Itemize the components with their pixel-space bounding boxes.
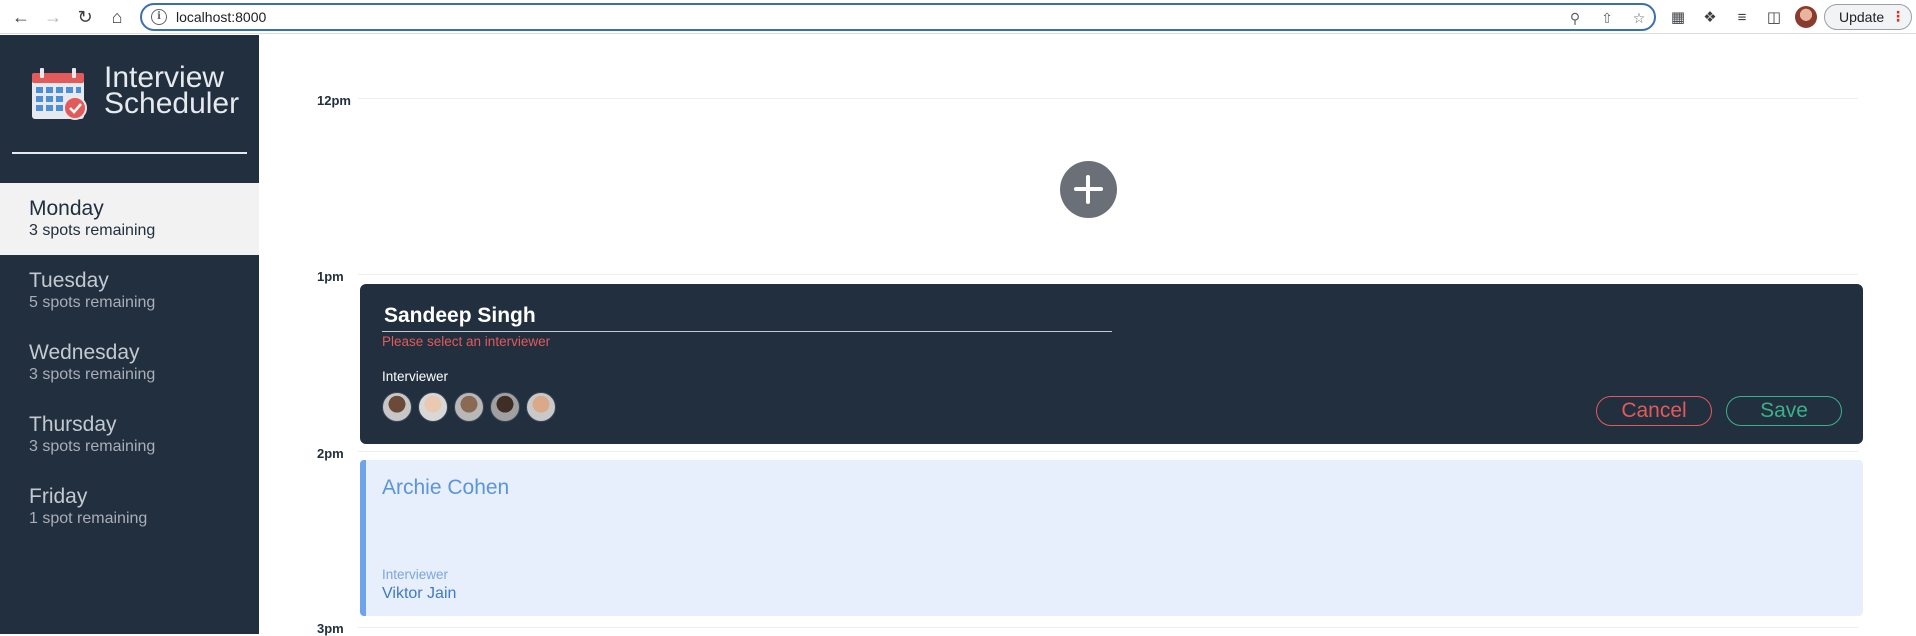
cancel-button[interactable]: Cancel <box>1596 396 1712 426</box>
sidebar-divider <box>12 152 247 154</box>
schedule: 12pm 1pm Please select an interviewer In… <box>259 35 1916 636</box>
interviewer-avatar[interactable] <box>490 392 520 422</box>
extension-icon[interactable]: ▦ <box>1667 6 1689 28</box>
day-name: Friday <box>29 485 88 508</box>
time-divider <box>358 98 1858 99</box>
bookmark-star-icon[interactable]: ☆ <box>1630 9 1648 27</box>
side-panel-icon[interactable]: ◫ <box>1763 6 1785 28</box>
spots-remaining: 3 spots remaining <box>29 222 156 239</box>
home-icon[interactable]: ⌂ <box>105 5 129 29</box>
day-item-thursday[interactable]: Thursday 3 spots remaining <box>0 399 259 471</box>
forward-icon[interactable]: → <box>41 5 65 29</box>
interviewer-avatar[interactable] <box>454 392 484 422</box>
url-text[interactable]: localhost:8000 <box>176 9 266 25</box>
appointment-student: Archie Cohen <box>382 476 510 499</box>
student-name-input[interactable] <box>382 300 1112 332</box>
time-divider <box>358 451 1858 452</box>
day-name: Tuesday <box>29 269 109 292</box>
day-item-wednesday[interactable]: Wednesday 3 spots remaining <box>0 327 259 399</box>
update-button[interactable]: Update ⋮ <box>1824 4 1912 30</box>
day-item-tuesday[interactable]: Tuesday 5 spots remaining <box>0 255 259 327</box>
appointment-card[interactable]: Archie Cohen Interviewer Viktor Jain <box>360 460 1863 616</box>
time-label-1pm: 1pm <box>317 269 344 284</box>
save-button[interactable]: Save <box>1726 396 1842 426</box>
interviewer-heading: Interviewer <box>382 369 449 384</box>
reload-icon[interactable]: ↻ <box>73 5 97 29</box>
spots-remaining: 3 spots remaining <box>29 366 156 383</box>
sidebar: Interview Scheduler Monday 3 spots remai… <box>0 35 259 634</box>
time-divider <box>358 627 1858 628</box>
spots-remaining: 3 spots remaining <box>29 438 156 455</box>
interviewer-list <box>382 392 556 422</box>
day-item-monday[interactable]: Monday 3 spots remaining <box>0 183 259 255</box>
update-label: Update <box>1839 9 1885 25</box>
day-list: Monday 3 spots remaining Tuesday 5 spots… <box>0 183 259 543</box>
appointment-interviewer-label: Interviewer <box>382 567 449 582</box>
share-icon[interactable]: ⇧ <box>1598 9 1616 27</box>
menu-dots-icon[interactable]: ⋮ <box>1891 8 1905 25</box>
app-title-line2: Scheduler <box>104 87 240 120</box>
interviewer-avatar[interactable] <box>382 392 412 422</box>
time-label-12pm: 12pm <box>317 93 351 108</box>
back-icon[interactable]: ← <box>9 5 33 29</box>
appointment-form: Please select an interviewer Interviewer… <box>360 284 1863 444</box>
interviewer-avatar[interactable] <box>526 392 556 422</box>
site-info-icon[interactable]: i <box>151 9 167 25</box>
day-name: Monday <box>29 197 104 220</box>
interviewer-avatar[interactable] <box>418 392 448 422</box>
spots-remaining: 1 spot remaining <box>29 510 148 527</box>
day-name: Thursday <box>29 413 117 436</box>
add-appointment-button[interactable] <box>1060 161 1117 218</box>
calendar-logo-icon <box>32 68 87 120</box>
appointment-interviewer-name: Viktor Jain <box>382 585 457 602</box>
day-item-friday[interactable]: Friday 1 spot remaining <box>0 471 259 543</box>
reading-list-icon[interactable]: ≡ <box>1731 6 1753 28</box>
puzzle-icon[interactable]: ❖ <box>1699 6 1721 28</box>
validation-error: Please select an interviewer <box>382 334 551 349</box>
day-name: Wednesday <box>29 341 140 364</box>
time-label-2pm: 2pm <box>317 446 344 461</box>
spots-remaining: 5 spots remaining <box>29 294 156 311</box>
app-title: Interview Scheduler <box>104 63 264 120</box>
profile-avatar[interactable] <box>1795 6 1817 28</box>
zoom-icon[interactable]: ⚲ <box>1566 9 1584 27</box>
browser-toolbar: ← → ↻ ⌂ i localhost:8000 ⚲ ⇧ ☆ ▦ ❖ ≡ ◫ U… <box>0 0 1916 34</box>
time-divider <box>358 274 1858 275</box>
address-bar[interactable]: i localhost:8000 ⚲ ⇧ ☆ <box>140 3 1656 31</box>
